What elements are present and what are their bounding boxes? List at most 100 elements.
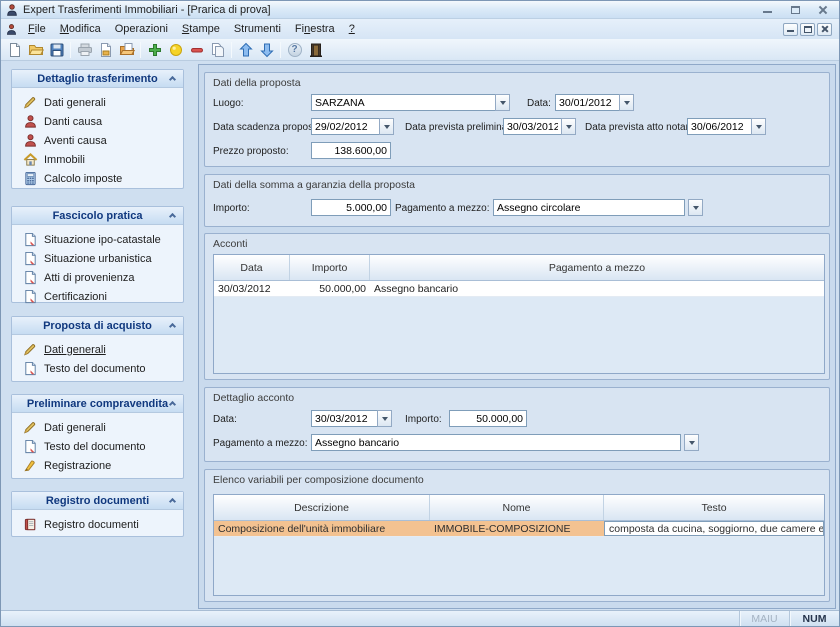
- open-document-folder-button[interactable]: [116, 40, 137, 60]
- sidebar-group-preliminare-compravendita: Preliminare compravendita Dati generali …: [11, 394, 184, 479]
- sidebar-item-proposta-dati-generali[interactable]: Dati generali: [12, 340, 183, 359]
- pagamento-dropdown-button[interactable]: [688, 199, 703, 216]
- mdi-restore-button[interactable]: [800, 23, 815, 36]
- acconto-pagamento-input[interactable]: [311, 434, 681, 451]
- print-button[interactable]: [74, 40, 95, 60]
- sidebar-item-situazione-urbanistica[interactable]: Situazione urbanistica: [12, 249, 183, 268]
- sidebar-item-aventi-causa[interactable]: Aventi causa: [12, 131, 183, 150]
- group-header-fascicolo-pratica[interactable]: Fascicolo pratica: [12, 207, 183, 225]
- column-header-nome[interactable]: Nome: [430, 495, 604, 520]
- sidebar-item-label: Dati generali: [44, 97, 106, 109]
- sidebar-item-danti-causa[interactable]: Danti causa: [12, 112, 183, 131]
- group-header-preliminare-compravendita[interactable]: Preliminare compravendita: [12, 395, 183, 413]
- notarile-input[interactable]: [687, 118, 751, 135]
- column-header-importo[interactable]: Importo: [290, 255, 370, 280]
- group-header-dettaglio-trasferimento[interactable]: Dettaglio trasferimento: [12, 70, 183, 88]
- toolbar-separator: [231, 42, 232, 58]
- table-row[interactable]: 30/03/2012 50.000,00 Assegno bancario: [214, 281, 824, 297]
- group-title: Dettaglio trasferimento: [37, 73, 157, 85]
- preliminare-input[interactable]: [503, 118, 561, 135]
- menu-modifica[interactable]: Modifica: [53, 21, 108, 37]
- group-header-registro-documenti[interactable]: Registro documenti: [12, 492, 183, 510]
- sidebar-item-immobili[interactable]: Immobili: [12, 150, 183, 169]
- sidebar-item-certificazioni[interactable]: Certificazioni: [12, 287, 183, 306]
- sidebar-item-atti-di-provenienza[interactable]: Atti di provenienza: [12, 268, 183, 287]
- collapse-chevron-icon: [169, 213, 176, 220]
- app-icon: [5, 3, 19, 17]
- add-button[interactable]: [144, 40, 165, 60]
- sidebar-item-registro-documenti[interactable]: Registro documenti: [12, 515, 183, 534]
- column-header-testo[interactable]: Testo: [604, 495, 824, 520]
- preliminare-dropdown-button[interactable]: [561, 118, 576, 135]
- arrow-down-icon: [259, 42, 275, 58]
- prezzo-input[interactable]: [311, 142, 391, 159]
- mdi-restore-icon: [804, 26, 812, 33]
- mdi-minimize-button[interactable]: [783, 23, 798, 36]
- mdi-minimize-icon: [787, 27, 794, 32]
- help-button[interactable]: ?: [284, 40, 305, 60]
- collapse-chevron-icon: [169, 323, 176, 330]
- menu-operazioni[interactable]: Operazioni: [108, 21, 175, 37]
- close-button[interactable]: [817, 4, 829, 15]
- edit-button[interactable]: [165, 40, 186, 60]
- exit-button[interactable]: [305, 40, 326, 60]
- acconto-data-input[interactable]: [311, 410, 377, 427]
- move-down-button[interactable]: [256, 40, 277, 60]
- open-button[interactable]: [25, 40, 46, 60]
- data-dropdown-button[interactable]: [619, 94, 634, 111]
- luogo-combobox: [311, 94, 510, 111]
- column-header-data[interactable]: Data: [214, 255, 290, 280]
- sidebar-item-proposta-testo-documento[interactable]: Testo del documento: [12, 359, 183, 378]
- sidebar-item-preliminare-dati-generali[interactable]: Dati generali: [12, 418, 183, 437]
- column-header-descrizione[interactable]: Descrizione: [214, 495, 430, 520]
- acconto-data-dropdown-button[interactable]: [377, 410, 392, 427]
- acconti-table-header: Data Importo Pagamento a mezzo: [214, 255, 824, 281]
- column-header-pagamento[interactable]: Pagamento a mezzo: [370, 255, 824, 280]
- sidebar-item-dati-generali[interactable]: Dati generali: [12, 93, 183, 112]
- move-up-button[interactable]: [235, 40, 256, 60]
- menu-help[interactable]: ?: [342, 21, 362, 37]
- save-button[interactable]: [46, 40, 67, 60]
- pagamento-label: Pagamento a mezzo:: [395, 203, 490, 214]
- sidebar-item-situazione-ipo-catastale[interactable]: Situazione ipo-catastale: [12, 230, 183, 249]
- chevron-down-icon: [693, 206, 699, 210]
- chevron-down-icon: [384, 125, 390, 129]
- menu-strumenti[interactable]: Strumenti: [227, 21, 288, 37]
- luogo-input[interactable]: [311, 94, 495, 111]
- delete-button[interactable]: [186, 40, 207, 60]
- mdi-close-button[interactable]: [817, 23, 832, 36]
- notarile-dropdown-button[interactable]: [751, 118, 766, 135]
- sidebar-item-label: Registro documenti: [44, 519, 139, 531]
- menu-finestra[interactable]: Finestra: [288, 21, 342, 37]
- menu-file[interactable]: File: [21, 21, 53, 37]
- group-header-proposta-di-acquisto[interactable]: Proposta di acquisto: [12, 317, 183, 335]
- help-icon: ?: [288, 43, 302, 57]
- chevron-down-icon: [566, 125, 572, 129]
- acconto-importo-input[interactable]: [449, 410, 527, 427]
- sidebar-item-calcolo-imposte[interactable]: Calcolo imposte: [12, 169, 183, 188]
- scadenza-dropdown-button[interactable]: [379, 118, 394, 135]
- person-icon: [23, 133, 38, 148]
- collapse-chevron-icon: [169, 401, 176, 408]
- sidebar-item-registrazione[interactable]: Registrazione: [12, 456, 183, 475]
- pencil-icon: [23, 420, 38, 435]
- copy-document-button[interactable]: [207, 40, 228, 60]
- sidebar-item-preliminare-testo-documento[interactable]: Testo del documento: [12, 437, 183, 456]
- pagamento-input[interactable]: [493, 199, 685, 216]
- menu-stampe[interactable]: Stampe: [175, 21, 227, 37]
- minimize-button[interactable]: [761, 4, 773, 15]
- cell-testo-editor[interactable]: composta da cucina, soggiorno, due camer…: [604, 521, 824, 536]
- luogo-dropdown-button[interactable]: [495, 94, 510, 111]
- scadenza-input[interactable]: [311, 118, 379, 135]
- table-row[interactable]: Composizione dell'unità immobiliare IMMO…: [214, 521, 824, 537]
- group-title: Registro documenti: [46, 495, 149, 507]
- importo-input[interactable]: [311, 199, 391, 216]
- copy-document-icon: [210, 42, 226, 58]
- restore-button[interactable]: [789, 4, 801, 15]
- new-document-button[interactable]: [4, 40, 25, 60]
- export-document-button[interactable]: [95, 40, 116, 60]
- data-input[interactable]: [555, 94, 619, 111]
- sidebar-item-label: Testo del documento: [44, 363, 146, 375]
- acconto-pagamento-dropdown-button[interactable]: [684, 434, 699, 451]
- document-icon: [23, 439, 38, 454]
